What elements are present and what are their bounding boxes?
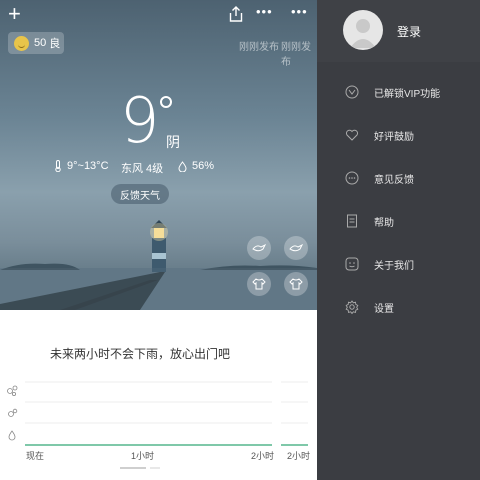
drawer-header[interactable]: 登录 bbox=[317, 0, 480, 62]
humidity-text: 56% bbox=[192, 160, 215, 172]
shirt-icon-2 bbox=[289, 278, 303, 290]
publish-time: 刚刚发布 bbox=[239, 42, 279, 53]
x-label-2h-2: 2小时 bbox=[287, 451, 311, 461]
precipitation-panel: 未来两小时不会下雨，放心出门吧 现在 1小时 2小时 2小时 bbox=[0, 310, 317, 480]
face-icon bbox=[345, 257, 359, 271]
more-options-icon-2[interactable]: ••• bbox=[291, 4, 308, 19]
bird-button-2[interactable] bbox=[284, 236, 308, 260]
chat-icon bbox=[345, 171, 359, 185]
rain-forecast-message: 未来两小时不会下雨，放心出门吧 bbox=[49, 347, 230, 361]
menu-item-help[interactable]: 帮助 bbox=[317, 206, 480, 236]
menu-label-vip: 已解锁VIP功能 bbox=[374, 89, 441, 100]
weather-condition: 阴 bbox=[166, 134, 180, 150]
weather-panel: + ••• ••• 刚刚发布 刚刚发布 50 良 9 阴 9°~13°C 东风 … bbox=[0, 0, 317, 480]
light-rain-icon bbox=[8, 430, 16, 441]
menu-label-help: 帮助 bbox=[374, 218, 394, 229]
humidity-info: 56% bbox=[178, 160, 214, 172]
menu-label-about: 关于我们 bbox=[374, 261, 414, 272]
bird-button[interactable] bbox=[247, 236, 271, 260]
menu-item-rate[interactable]: 好评鼓励 bbox=[317, 120, 480, 150]
aqi-level: 良 bbox=[49, 38, 61, 50]
feedback-weather-button[interactable]: 反馈天气 bbox=[111, 184, 169, 204]
heart-icon bbox=[345, 129, 359, 141]
bird-icon bbox=[252, 243, 266, 252]
grid-lines bbox=[25, 381, 308, 424]
menu-label-settings: 设置 bbox=[374, 304, 394, 315]
temperature-range: 9°~13°C bbox=[54, 160, 109, 172]
document-icon bbox=[347, 214, 357, 228]
gear-icon bbox=[345, 300, 359, 314]
login-link[interactable]: 登录 bbox=[397, 23, 421, 40]
temperature-range-text: 9°~13°C bbox=[67, 160, 109, 172]
wind-text: 东风 4级 bbox=[121, 163, 164, 175]
aqi-badge[interactable]: 50 良 bbox=[8, 32, 64, 54]
precipitation-chart bbox=[7, 381, 308, 446]
publish-time-2: 刚刚发布 bbox=[281, 42, 311, 68]
x-label-now: 现在 bbox=[26, 451, 45, 461]
x-label-2h: 2小时 bbox=[251, 451, 275, 461]
avatar[interactable] bbox=[343, 10, 383, 50]
aqi-value: 50 bbox=[34, 37, 47, 49]
menu-item-feedback[interactable]: 意见反馈 bbox=[317, 163, 480, 193]
intensity-icons bbox=[7, 385, 18, 441]
heavy-rain-icon bbox=[7, 385, 18, 396]
user-icon bbox=[350, 19, 376, 48]
droplet-icon bbox=[178, 160, 187, 172]
moderate-rain-icon bbox=[8, 408, 18, 417]
menu-item-settings[interactable]: 设置 bbox=[317, 292, 480, 322]
more-options-icon[interactable]: ••• bbox=[256, 4, 273, 19]
clothing-button[interactable] bbox=[247, 272, 271, 296]
add-city-icon[interactable]: + bbox=[8, 2, 21, 26]
menu-item-vip[interactable]: 已解锁VIP功能 bbox=[317, 77, 480, 107]
clothing-button-2[interactable] bbox=[284, 272, 308, 296]
smiley-icon bbox=[14, 35, 29, 51]
menu-label-rate: 好评鼓励 bbox=[374, 132, 414, 143]
x-label-1h: 1小时 bbox=[131, 451, 155, 461]
menu-label-feedback: 意见反馈 bbox=[374, 175, 414, 186]
current-temperature: 9 bbox=[120, 84, 160, 157]
wind-info: 东风 4级 bbox=[121, 160, 163, 176]
shirt-icon bbox=[252, 278, 266, 290]
degree-symbol bbox=[160, 96, 172, 108]
vip-icon bbox=[345, 85, 359, 99]
bird-icon-2 bbox=[289, 243, 303, 252]
menu-item-about[interactable]: 关于我们 bbox=[317, 249, 480, 279]
page-indicator bbox=[120, 467, 160, 469]
share-icon[interactable] bbox=[229, 6, 243, 22]
thermometer-icon bbox=[55, 160, 61, 172]
top-bar: + ••• ••• bbox=[0, 0, 317, 30]
side-drawer: 登录 已解锁VIP功能 好评鼓励 意见反馈 帮助 关于我们 设置 bbox=[317, 0, 480, 480]
